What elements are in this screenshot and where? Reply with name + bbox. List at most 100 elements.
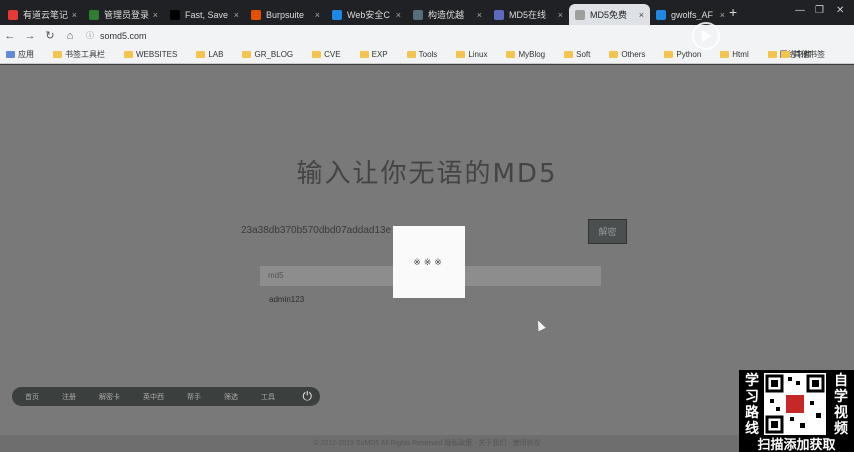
browser-tab[interactable]: 有道云笔记 ×	[2, 4, 83, 25]
favicon-icon	[89, 9, 99, 20]
bottom-nav-item[interactable]: 注册	[62, 392, 76, 402]
bookmark-item[interactable]: Linux	[456, 50, 487, 59]
page-title: 输入让你无语的MD5	[296, 159, 558, 189]
page-content: 输入让你无语的MD5 解密 md5 admin123 ※※※ 首页注册解密卡英中…	[0, 65, 854, 452]
close-tab-icon[interactable]: ×	[639, 10, 644, 20]
tab-label: 管理员登录	[104, 10, 150, 20]
browser-tab[interactable]: 管理员登录 ×	[83, 4, 164, 25]
bottom-nav-item[interactable]: 筛选	[224, 392, 238, 402]
bookmark-item[interactable]: Soft	[564, 50, 590, 59]
tab-label: MD5免费	[590, 10, 628, 20]
reload-icon[interactable]: ↻	[40, 29, 60, 42]
home-icon[interactable]: ⌂	[60, 30, 80, 42]
bookmark-item[interactable]: Others	[609, 50, 645, 59]
favicon-icon	[332, 9, 342, 20]
bottom-nav-item[interactable]: 首页	[25, 392, 39, 402]
bookmark-item[interactable]: 应用	[6, 49, 34, 60]
close-tab-icon[interactable]: ×	[558, 10, 563, 20]
bookmark-label: LAB	[208, 50, 224, 59]
browser-tab[interactable]: 构造优越 ×	[407, 4, 488, 25]
bottom-nav-item[interactable]: 工具	[261, 392, 275, 402]
folder-icon	[664, 51, 674, 58]
loading-dialog: ※※※	[393, 226, 465, 298]
loading-indicator: ※※※	[413, 256, 445, 267]
minimize-icon[interactable]: —	[795, 5, 805, 16]
tab-label: Burpsuite	[266, 9, 305, 20]
qr-code-icon	[764, 373, 826, 435]
tab-label: Fast, Save	[185, 9, 229, 20]
new-tab-button[interactable]: +	[729, 4, 737, 20]
bookmark-item[interactable]: MyBlog	[506, 50, 545, 59]
bookmark-label: CVE	[324, 50, 341, 59]
browser-tab[interactable]: MD5在线 ×	[488, 4, 569, 25]
folder-icon	[767, 51, 777, 58]
bookmark-item[interactable]: LAB	[196, 50, 223, 59]
close-window-icon[interactable]: ✕	[836, 5, 844, 16]
bottom-nav-item[interactable]: 英中西	[143, 392, 164, 402]
mouse-cursor-icon	[534, 318, 546, 332]
favicon-icon	[575, 9, 585, 20]
folder-icon	[359, 51, 369, 58]
tab-label: 有道云笔记	[23, 10, 69, 20]
close-tab-icon[interactable]: ×	[315, 10, 320, 20]
folder-icon	[242, 51, 252, 58]
folder-icon	[506, 51, 516, 58]
folder-icon	[124, 51, 133, 58]
power-icon[interactable]: ⏻	[303, 389, 313, 404]
bookmark-item[interactable]: Tools	[406, 50, 438, 59]
maximize-icon[interactable]: ❐	[815, 5, 824, 16]
close-tab-icon[interactable]: ×	[720, 10, 725, 20]
bookmark-item[interactable]: 书签工具栏	[53, 49, 105, 60]
bookmark-label: MyBlog	[518, 50, 546, 59]
bookmark-label: Html	[732, 50, 749, 59]
bookmark-label: 书签工具栏	[65, 50, 105, 59]
browser-tab[interactable]: Burpsuite ×	[245, 4, 326, 25]
bookmark-item[interactable]: EXP	[359, 50, 388, 59]
back-icon[interactable]: ←	[0, 30, 20, 42]
other-bookmarks[interactable]: 其他书签	[781, 49, 825, 60]
bookmark-item[interactable]: CVE	[312, 50, 341, 59]
bottom-nav: 首页 注册 解密卡 英中西 帮手 筛选 工具 ⏻	[12, 387, 320, 406]
folder-icon	[456, 51, 466, 58]
other-bookmarks-label: 其他书签	[793, 50, 825, 59]
tab-label: MD5在线	[509, 10, 547, 20]
bookmark-label: GR_BLOG	[254, 50, 294, 59]
promo-overlay: 学习路线 自学视频 扫描添加获取	[739, 370, 854, 452]
bottom-nav-item[interactable]: 帮手	[187, 392, 201, 402]
close-tab-icon[interactable]: ×	[396, 10, 401, 20]
favicon-icon	[251, 9, 261, 20]
tab-label: gwolfs_AF	[671, 9, 714, 20]
favicon-icon	[8, 9, 18, 20]
bookmark-item[interactable]: WEBSITES	[124, 50, 177, 59]
promo-left-text: 学习路线	[745, 373, 759, 437]
bookmark-label: Linux	[468, 50, 488, 59]
favicon-icon	[656, 9, 666, 20]
browser-tab[interactable]: Fast, Save ×	[164, 4, 245, 25]
favicon-icon	[170, 9, 180, 20]
bookmark-label: Tools	[418, 50, 438, 59]
video-watermark-icon	[692, 22, 720, 50]
promo-bottom-text: 扫描添加获取	[757, 438, 836, 452]
favicon-icon	[413, 9, 423, 20]
close-tab-icon[interactable]: ×	[153, 10, 158, 20]
page-footer: © 2012-2019 SoMD5 All Rights Reserved 隐私…	[0, 435, 854, 452]
close-tab-icon[interactable]: ×	[234, 10, 239, 20]
bottom-nav-item[interactable]: 解密卡	[99, 392, 120, 402]
forward-icon[interactable]: →	[20, 30, 40, 42]
close-tab-icon[interactable]: ×	[72, 10, 77, 20]
info-icon[interactable]: ⓘ	[86, 30, 94, 41]
bookmark-label: EXP	[371, 50, 388, 59]
folder-icon	[53, 51, 62, 58]
address-bar[interactable]: ⓘ somd5.com	[86, 28, 446, 44]
decrypt-button[interactable]: 解密	[588, 219, 627, 244]
result-value: admin123	[269, 295, 305, 304]
browser-tab[interactable]: MD5免费 ×	[569, 4, 650, 25]
browser-tab[interactable]: Web安全C ×	[326, 4, 407, 25]
tab-label: 构造优越	[428, 10, 465, 20]
bookmark-label: Others	[621, 50, 646, 59]
close-tab-icon[interactable]: ×	[477, 10, 482, 20]
bookmark-label: 应用	[18, 50, 34, 59]
tab-label: Web安全C	[347, 10, 390, 20]
bookmark-item[interactable]: GR_BLOG	[242, 50, 293, 59]
folder-icon	[564, 51, 574, 58]
